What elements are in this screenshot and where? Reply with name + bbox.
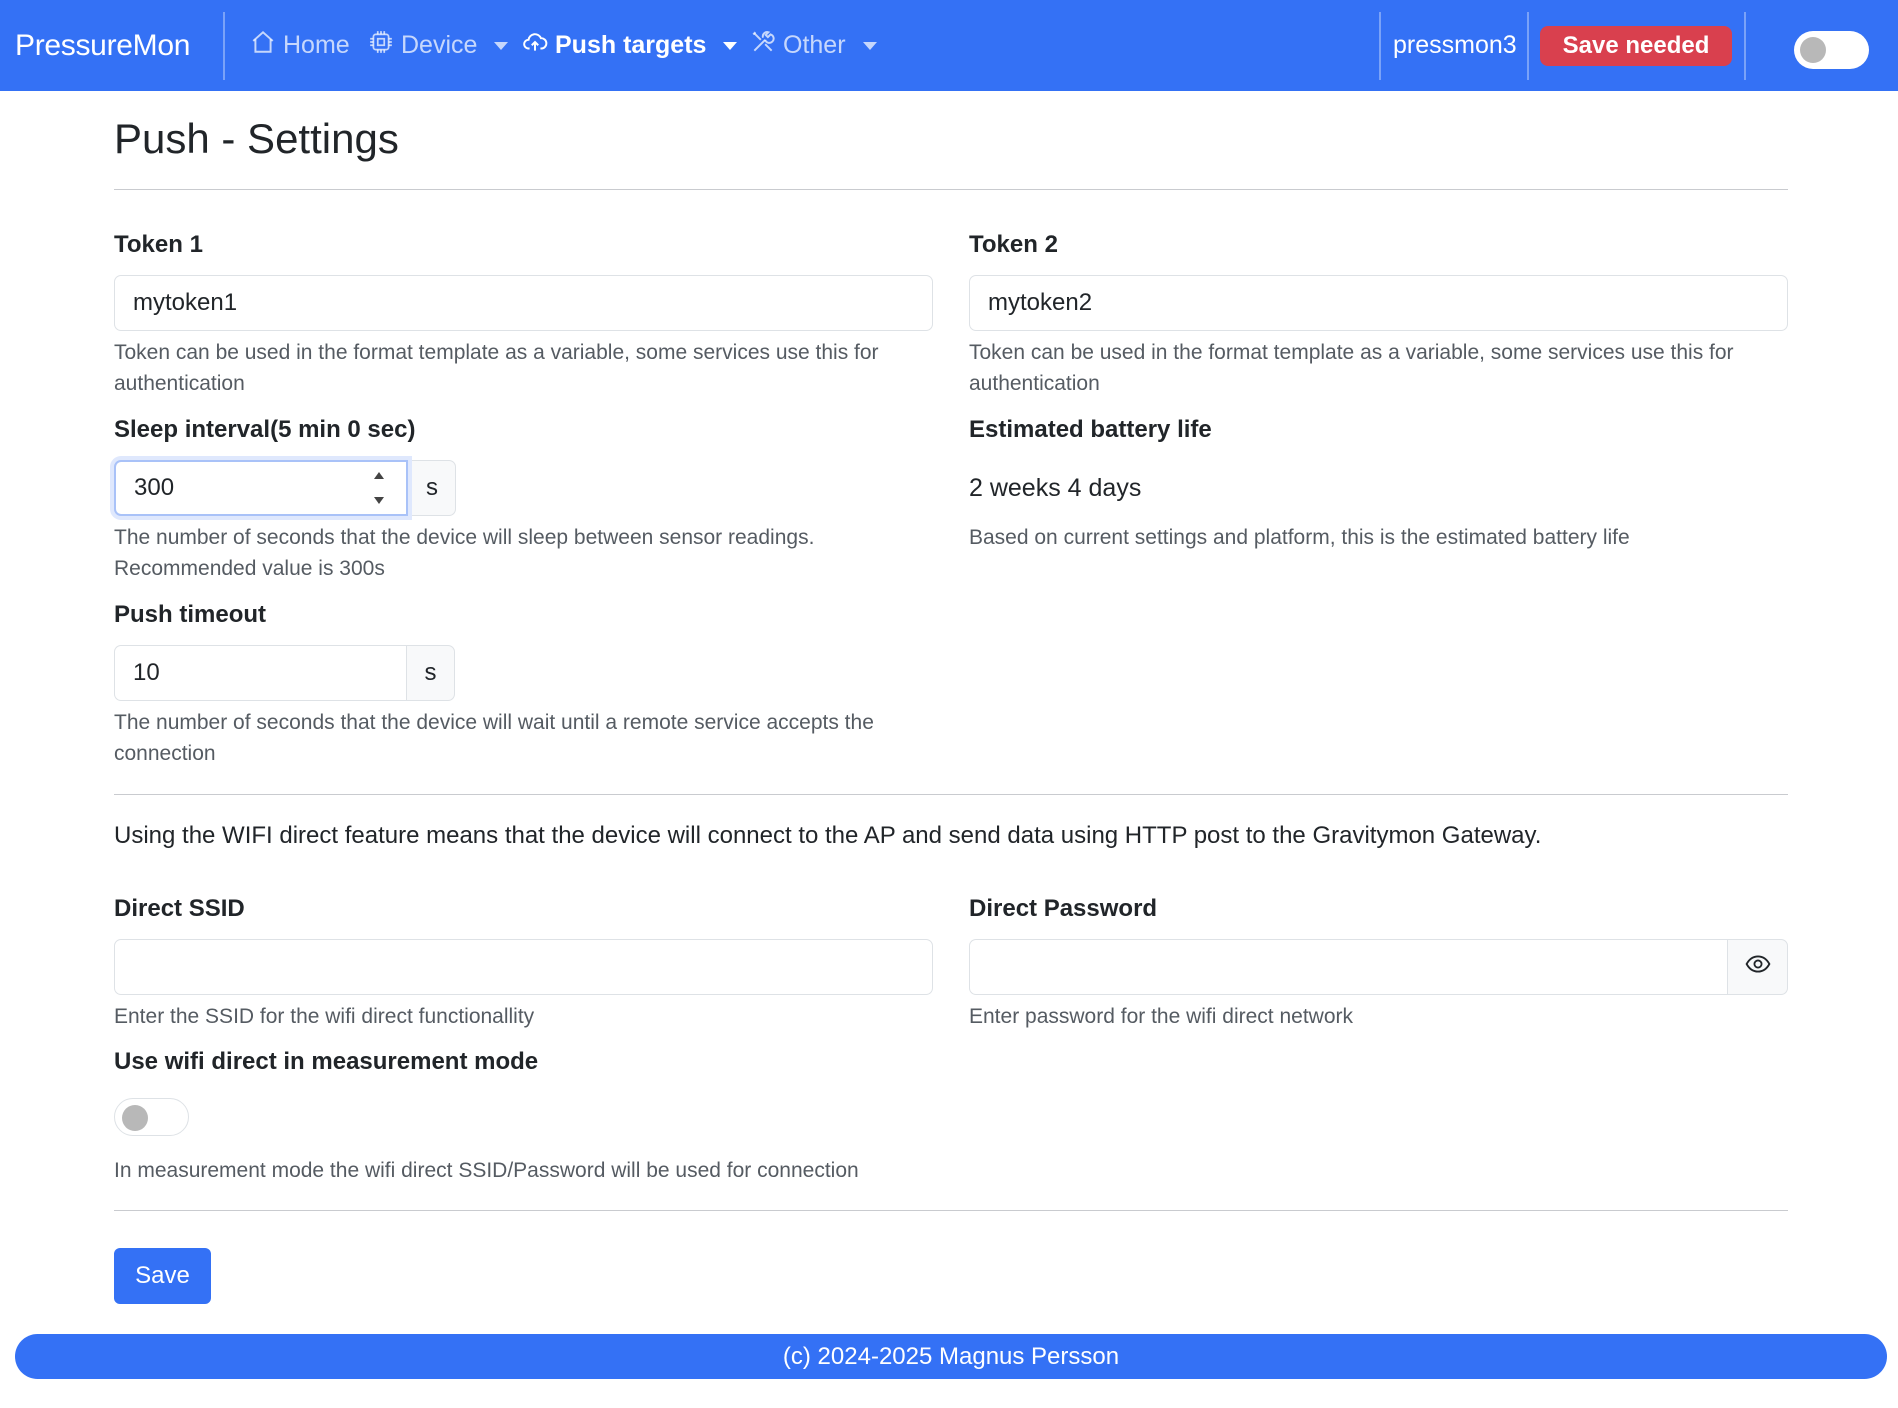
token2-label: Token 2 (969, 231, 1058, 258)
battery-life-value: 2 weeks 4 days (969, 474, 1142, 502)
device-hostname: pressmon3 (1393, 31, 1517, 59)
chevron-down-icon (494, 41, 509, 50)
direct-ssid-label: Direct SSID (114, 895, 245, 922)
push-timeout-input[interactable]: 10 (114, 645, 406, 701)
theme-toggle[interactable] (1794, 31, 1869, 69)
sleep-interval-help: The number of seconds that the device wi… (114, 526, 815, 580)
token1-label: Token 1 (114, 231, 203, 258)
nav-device-dropdown[interactable]: Device (368, 0, 509, 91)
push-timeout-group: 10 s (114, 645, 455, 701)
nav-other-label: Other (783, 31, 846, 59)
toggle-knob (122, 1105, 148, 1131)
wifi-direct-info: Using the WIFI direct feature means that… (114, 822, 1542, 849)
nav-push-targets-label: Push targets (555, 31, 707, 59)
nav-push-targets-dropdown[interactable]: Push targets (522, 0, 738, 91)
sleep-interval-group: 300 s (114, 460, 456, 516)
token2-help: Token can be used in the format template… (969, 341, 1734, 395)
token1-help: Token can be used in the format template… (114, 341, 879, 395)
wifi-direct-mode-label: Use wifi direct in measurement mode (114, 1048, 539, 1075)
token2-input[interactable]: mytoken2 (969, 275, 1788, 331)
chevron-down-icon (862, 41, 877, 50)
tools-icon (750, 29, 776, 62)
direct-password-help: Enter password for the wifi direct netwo… (969, 1005, 1353, 1028)
divider (114, 1210, 1788, 1211)
save-needed-badge[interactable]: Save needed (1540, 26, 1732, 66)
save-button[interactable]: Save (114, 1248, 211, 1304)
show-password-button[interactable] (1727, 939, 1788, 995)
chevron-down-icon (723, 41, 738, 50)
push-timeout-label: Push timeout (114, 601, 267, 628)
navbar-divider (1527, 12, 1529, 80)
navbar-divider (1744, 12, 1746, 80)
direct-password-label: Direct Password (969, 895, 1158, 922)
direct-ssid-input[interactable] (114, 939, 933, 995)
brand-logo[interactable]: PressureMon (15, 0, 190, 91)
number-spinner-icon[interactable] (372, 472, 386, 504)
eye-icon (1745, 951, 1771, 984)
footer: (c) 2024-2025 Magnus Persson (15, 1334, 1887, 1379)
wifi-direct-mode-toggle[interactable] (114, 1098, 189, 1136)
cloud-upload-icon (522, 29, 548, 62)
push-timeout-help: The number of seconds that the device wi… (114, 711, 874, 765)
home-icon (250, 29, 276, 62)
nav-home-label: Home (283, 31, 350, 59)
sleep-interval-label: Sleep interval(5 min 0 sec) (114, 416, 416, 443)
battery-life-help: Based on current settings and platform, … (969, 526, 1630, 549)
direct-password-group (969, 939, 1788, 995)
sleep-interval-input[interactable]: 300 (114, 460, 408, 516)
direct-password-input[interactable] (969, 939, 1727, 995)
wifi-direct-mode-help: In measurement mode the wifi direct SSID… (114, 1159, 859, 1182)
nav-home[interactable]: Home (250, 0, 350, 91)
direct-ssid-help: Enter the SSID for the wifi direct funct… (114, 1005, 535, 1028)
navbar-divider (223, 12, 225, 80)
push-timeout-unit: s (406, 645, 455, 701)
toggle-knob (1800, 37, 1826, 63)
sleep-interval-value: 300 (134, 474, 175, 501)
nav-device-label: Device (401, 31, 478, 59)
divider (114, 794, 1788, 795)
token1-input[interactable]: mytoken1 (114, 275, 933, 331)
page-title: Push - Settings (114, 115, 399, 162)
cpu-icon (368, 29, 394, 62)
navbar: PressureMon Home Device Push targets Oth… (0, 0, 1898, 91)
navbar-divider (1379, 12, 1381, 80)
nav-other-dropdown[interactable]: Other (750, 0, 877, 91)
sleep-interval-unit: s (408, 460, 456, 516)
battery-life-label: Estimated battery life (969, 416, 1212, 443)
divider (114, 189, 1788, 190)
